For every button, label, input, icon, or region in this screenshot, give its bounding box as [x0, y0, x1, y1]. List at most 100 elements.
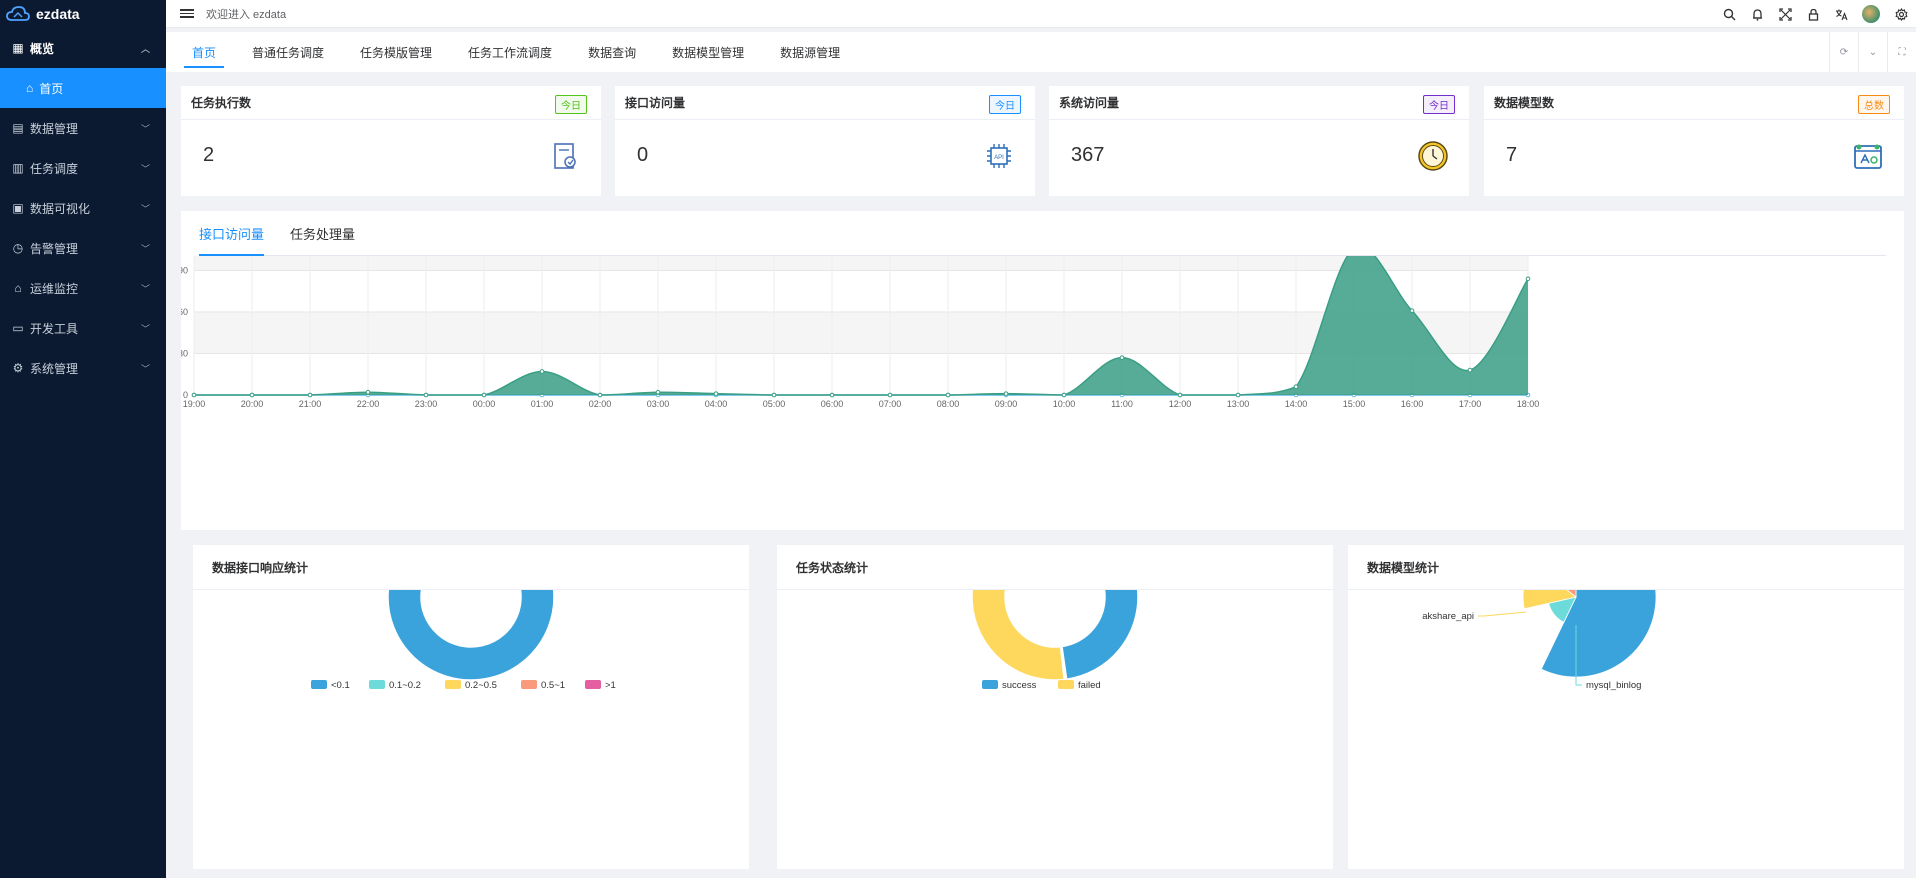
stat-title: 系统访问量 — [1059, 96, 1120, 110]
chevron-down-icon: ﹀ — [140, 363, 150, 374]
legend-label: >1 — [605, 680, 616, 691]
gear-icon[interactable] — [1894, 7, 1908, 21]
x-tick-label: 14:00 — [1285, 399, 1308, 409]
task-status-card: 任务状态统计 success failed — [777, 545, 1333, 869]
x-tick-label: 13:00 — [1227, 399, 1250, 409]
data-point — [307, 392, 313, 398]
data-point — [887, 392, 893, 398]
data-point — [1119, 355, 1125, 360]
api-response-donut: <0.1 0.1~0.2 0.2~0.5 0.5~1 >1 — [311, 590, 616, 691]
x-tick-label: 19:00 — [183, 399, 206, 409]
legend-item: success — [982, 680, 1037, 691]
x-tick-label: 18:00 — [1517, 399, 1540, 409]
grid-icon: ▦ — [12, 41, 24, 55]
legend-item: 0.1~0.2 — [369, 680, 421, 691]
chevron-up-icon: ︿ — [140, 43, 150, 54]
x-tick-label: 10:00 — [1053, 399, 1076, 409]
card-title: 数据模型统计 — [1348, 545, 1904, 590]
rose-label-text: akshare_api — [1422, 611, 1474, 622]
svg-text:API: API — [994, 155, 1004, 161]
legend-item: >1 — [585, 680, 616, 691]
tab-2[interactable]: 任务模版管理 — [342, 32, 450, 72]
data-point — [1177, 392, 1183, 398]
tab-1[interactable]: 普通任务调度 — [234, 32, 342, 72]
data-point — [539, 369, 545, 374]
data-model-card: 数据模型统计 elasticsearch_indexmysql_binlogak… — [1348, 545, 1904, 869]
sidebar-item-1[interactable]: ▤ 数据管理 ﹀ — [0, 108, 166, 148]
data-point — [945, 392, 951, 398]
x-tick-label: 04:00 — [705, 399, 728, 409]
chevron-down-icon: ﹀ — [140, 163, 150, 174]
tab-0[interactable]: 首页 — [174, 32, 234, 72]
translate-icon[interactable] — [1834, 7, 1848, 21]
data-point — [597, 392, 603, 398]
x-tick-label: 23:00 — [415, 399, 438, 409]
sidebar-item-5[interactable]: ⌂ 运维监控 ﹀ — [0, 268, 166, 308]
rose-label-text: mysql_binlog — [1586, 680, 1641, 691]
tab-5[interactable]: 数据模型管理 — [654, 32, 762, 72]
x-tick-label: 09:00 — [995, 399, 1018, 409]
sidebar-item-3[interactable]: ▣ 数据可视化 ﹀ — [0, 188, 166, 228]
sidebar-item-label: 运维监控 — [30, 281, 79, 296]
tab-3[interactable]: 任务工作流调度 — [450, 32, 570, 72]
x-tick-label: 02:00 — [589, 399, 612, 409]
stat-card: 系统访问量 今日 367 — [1049, 86, 1469, 196]
tab-api-access[interactable]: 接口访问量 — [199, 211, 290, 256]
expand-icon[interactable]: ⛶ — [1887, 32, 1916, 72]
model-box-icon — [1854, 144, 1882, 169]
gear-icon: ⚙ — [12, 361, 24, 375]
stat-card: 任务执行数 今日 2 — [181, 86, 601, 196]
legend-item: failed — [1058, 680, 1101, 691]
legend-item: <0.1 — [311, 680, 350, 691]
y-tick-label: 60 — [181, 307, 188, 317]
pie-slice — [971, 590, 1065, 681]
card-title: 数据接口响应统计 — [193, 545, 749, 590]
y-tick-label: 30 — [181, 349, 188, 359]
calendar-icon: ▥ — [12, 161, 24, 175]
tab-4[interactable]: 数据查询 — [570, 32, 654, 72]
api-chip-icon: API — [987, 144, 1011, 168]
sidebar-item-4[interactable]: ◷ 告警管理 ﹀ — [0, 228, 166, 268]
sidebar-item-label: 开发工具 — [30, 321, 79, 336]
x-tick-label: 20:00 — [241, 399, 264, 409]
stat-title: 接口访问量 — [625, 96, 686, 110]
data-point — [1061, 392, 1067, 398]
app-logo[interactable]: ezdata — [0, 0, 166, 28]
pie-slice — [1061, 590, 1139, 681]
search-icon[interactable] — [1722, 7, 1736, 21]
sidebar-item-0[interactable]: ▦ 概览 ︿ — [0, 28, 166, 68]
data-point — [1293, 384, 1299, 389]
sidebar-item-label: 概览 — [30, 41, 55, 56]
stat-badge: 今日 — [989, 95, 1021, 114]
data-point — [191, 392, 197, 398]
stat-badge: 今日 — [555, 95, 587, 114]
fullscreen-icon[interactable] — [1778, 7, 1792, 21]
user-avatar[interactable] — [1862, 5, 1880, 23]
bank-icon: ⌂ — [14, 281, 22, 295]
x-tick-label: 16:00 — [1401, 399, 1424, 409]
sidebar-item-6[interactable]: ▭ 开发工具 ﹀ — [0, 308, 166, 348]
sidebar-item-label: 首页 — [39, 81, 64, 96]
data-point — [713, 391, 719, 396]
tab-6[interactable]: 数据源管理 — [762, 32, 858, 72]
tab-task-processing[interactable]: 任务处理量 — [290, 211, 381, 255]
bell-icon[interactable] — [1750, 7, 1764, 21]
stat-card: 接口访问量 今日 0 API — [615, 86, 1035, 196]
sidebar-item-7[interactable]: ⚙ 系统管理 ﹀ — [0, 348, 166, 388]
sidebar-item-label: 数据管理 — [30, 121, 79, 136]
chevron-down-icon[interactable]: ⌄ — [1858, 32, 1887, 72]
stat-title: 数据模型数 — [1494, 96, 1555, 110]
task-doc-icon — [554, 143, 576, 169]
sidebar-item-label: 系统管理 — [30, 361, 79, 376]
x-tick-label: 11:00 — [1111, 399, 1133, 409]
lock-icon[interactable] — [1806, 7, 1820, 21]
refresh-icon[interactable]: ⟳ — [1829, 32, 1858, 72]
stat-badge: 今日 — [1423, 95, 1455, 114]
welcome-text: 欢迎进入 ezdata — [206, 8, 287, 21]
x-tick-label: 05:00 — [763, 399, 786, 409]
chevron-down-icon: ﹀ — [140, 123, 150, 134]
legend-label: 0.1~0.2 — [389, 680, 421, 691]
sidebar-item-home[interactable]: ⌂ 首页 — [0, 68, 166, 108]
sidebar-item-2[interactable]: ▥ 任务调度 ﹀ — [0, 148, 166, 188]
menu-toggle-icon[interactable] — [180, 9, 194, 18]
